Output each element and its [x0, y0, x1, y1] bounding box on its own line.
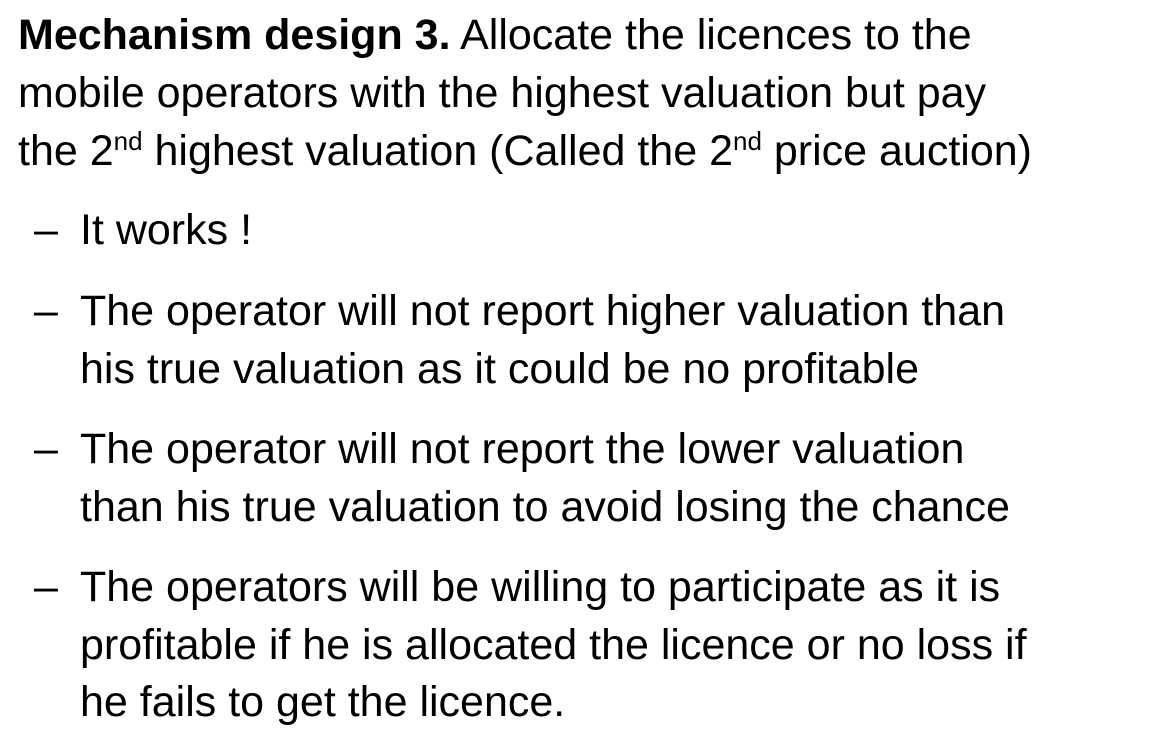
heading-line-3: the 2nd highest valuation (Called the 2n…: [18, 127, 1032, 175]
bullet-1-line-1: It works !: [80, 206, 253, 254]
bullet-2-line-1: The operator will not report higher valu…: [80, 287, 1006, 335]
heading-line-1: Mechanism design 3. Allocate the licence…: [18, 14, 972, 57]
heading-text: the 2: [18, 127, 114, 175]
bullet-3-line-1: The operator will not report the lower v…: [80, 425, 965, 473]
heading-text: Allocate the licences to the: [450, 11, 972, 59]
bullet-dash: –: [34, 287, 58, 335]
bullet-dash: –: [34, 206, 58, 254]
bullet-3-line-2: than his true valuation to avoid losing …: [80, 483, 1010, 531]
bullet-dash: –: [34, 425, 58, 473]
heading-bold: Mechanism design 3.: [18, 11, 451, 59]
heading-text: price auction): [761, 127, 1032, 175]
bullet-4-line-2: profitable if he is allocated the licenc…: [80, 621, 1027, 669]
heading-line-2: mobile operators with the highest valuat…: [18, 69, 987, 117]
bullet-4-line-1: The operators will be willing to partici…: [80, 563, 1001, 611]
superscript: nd: [733, 126, 762, 156]
bullet-dash: –: [34, 563, 58, 611]
bullet-4-line-3: he fails to get the licence.: [80, 678, 566, 726]
superscript: nd: [113, 126, 143, 156]
bullet-2-line-2: his true valuation as it could be no pro…: [80, 345, 920, 393]
heading-text: highest valuation (Called the 2: [142, 127, 734, 175]
